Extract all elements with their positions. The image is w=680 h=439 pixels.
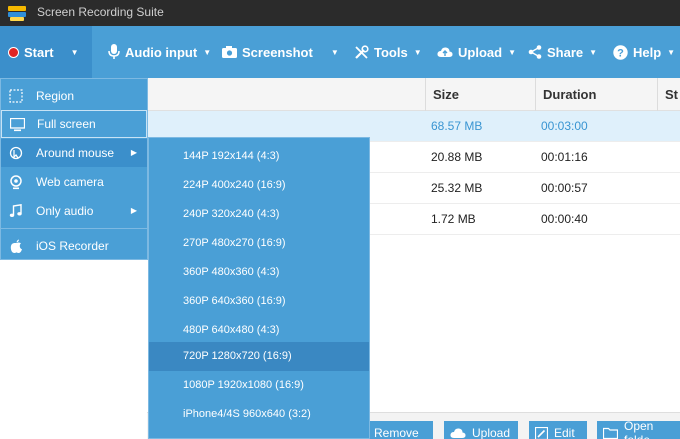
edit-button[interactable]: Edit bbox=[529, 421, 587, 439]
chevron-right-icon: ▶ bbox=[130, 206, 137, 215]
microphone-icon bbox=[108, 44, 120, 60]
help-label: Help bbox=[633, 44, 662, 60]
resolution-option[interactable]: 240P 320x240 (4:3) bbox=[149, 200, 369, 229]
chevron-down-icon: ▼ bbox=[330, 47, 339, 57]
audio-input-label: Audio input bbox=[125, 44, 198, 60]
apple-icon bbox=[8, 238, 24, 254]
chevron-down-icon: ▼ bbox=[413, 47, 422, 57]
window-title: Screen Recording Suite bbox=[37, 5, 164, 19]
main-toolbar: Start ▼ Audio input ▼ Screenshot ▼ Tools… bbox=[0, 26, 680, 78]
screenshot-label: Screenshot bbox=[242, 44, 313, 60]
monitor-icon bbox=[9, 117, 25, 133]
menu-item-label: Around mouse bbox=[36, 146, 115, 160]
menu-item-label: Full screen bbox=[37, 117, 96, 131]
chevron-down-icon: ▼ bbox=[589, 47, 598, 57]
menu-item-label: Only audio bbox=[36, 204, 94, 218]
menu-item-region[interactable]: Region bbox=[1, 82, 147, 110]
start-button[interactable]: Start ▼ bbox=[0, 26, 92, 78]
bottom-upload-label: Upload bbox=[472, 426, 511, 439]
screenshot-button[interactable]: Screenshot ▼ bbox=[222, 26, 339, 78]
menu-item-web-camera[interactable]: Web camera bbox=[1, 168, 147, 196]
share-icon bbox=[528, 45, 542, 59]
share-label: Share bbox=[547, 44, 584, 60]
app-logo-icon bbox=[7, 4, 27, 22]
row-duration: 00:00:40 bbox=[541, 212, 588, 226]
chevron-down-icon: ▼ bbox=[70, 47, 79, 57]
camera-icon bbox=[222, 46, 237, 58]
tools-icon bbox=[354, 44, 369, 60]
audio-input-button[interactable]: Audio input ▼ bbox=[108, 26, 211, 78]
row-duration: 00:00:57 bbox=[541, 181, 588, 195]
row-size: 25.32 MB bbox=[431, 181, 483, 195]
chevron-down-icon: ▼ bbox=[508, 47, 516, 57]
resolution-submenu: 144P 192x144 (4:3) 224P 400x240 (16:9) 2… bbox=[148, 137, 370, 439]
resolution-option[interactable]: 144P 192x144 (4:3) bbox=[149, 142, 369, 171]
bottom-upload-button[interactable]: Upload bbox=[444, 421, 518, 439]
cloud-upload-icon bbox=[437, 46, 453, 58]
resolution-option[interactable]: iPhone4/4S 960x640 (3:2) bbox=[149, 400, 369, 429]
folder-icon bbox=[603, 427, 618, 439]
region-icon bbox=[8, 88, 24, 104]
start-dropdown-menu: Region Full screen Around mouse ▶ Web ca… bbox=[0, 78, 148, 260]
menu-item-label: Web camera bbox=[36, 175, 104, 189]
table-header: Size Duration St bbox=[147, 78, 680, 111]
resolution-option[interactable]: 360P 480x360 (4:3) bbox=[149, 258, 369, 287]
svg-text:?: ? bbox=[617, 47, 624, 59]
tools-label: Tools bbox=[374, 44, 408, 60]
remove-label: Remove bbox=[374, 426, 419, 439]
resolution-option[interactable]: 360P 640x360 (16:9) bbox=[149, 287, 369, 316]
menu-divider bbox=[1, 228, 147, 229]
help-icon: ? bbox=[613, 44, 628, 60]
menu-item-label: Region bbox=[36, 89, 75, 103]
resolution-option[interactable]: 224P 400x240 (16:9) bbox=[149, 171, 369, 200]
menu-item-around-mouse[interactable]: Around mouse ▶ bbox=[1, 139, 147, 167]
resolution-option[interactable]: 270P 480x270 (16:9) bbox=[149, 229, 369, 258]
chevron-down-icon: ▼ bbox=[203, 47, 212, 57]
resolution-option[interactable]: 1080P 1920x1080 (16:9) bbox=[149, 371, 369, 400]
row-size: 1.72 MB bbox=[431, 212, 476, 226]
row-duration: 00:03:00 bbox=[541, 119, 588, 133]
row-size: 68.57 MB bbox=[431, 119, 483, 133]
column-header-duration[interactable]: Duration bbox=[535, 78, 657, 111]
open-folder-label: Open folde bbox=[624, 419, 654, 439]
menu-item-label: iOS Recorder bbox=[36, 239, 109, 253]
chevron-right-icon: ▶ bbox=[130, 148, 137, 157]
row-size: 20.88 MB bbox=[431, 150, 483, 164]
cloud-upload-icon bbox=[450, 427, 466, 439]
open-folder-button[interactable]: Open folde bbox=[597, 419, 680, 439]
upload-button[interactable]: Upload ▼ bbox=[437, 26, 516, 78]
music-icon bbox=[8, 203, 24, 219]
start-label: Start bbox=[24, 44, 54, 60]
column-header-status[interactable]: St bbox=[657, 78, 680, 111]
chevron-down-icon: ▼ bbox=[667, 47, 676, 57]
edit-label: Edit bbox=[554, 426, 575, 439]
row-duration: 00:01:16 bbox=[541, 150, 588, 164]
record-icon bbox=[8, 46, 19, 58]
resolution-option-highlighted[interactable]: 720P 1280x720 (16:9) bbox=[149, 342, 369, 371]
edit-icon bbox=[535, 426, 548, 439]
title-bar: Screen Recording Suite bbox=[0, 0, 680, 26]
webcam-icon bbox=[8, 174, 24, 190]
help-button[interactable]: ? Help ▼ bbox=[613, 26, 675, 78]
share-button[interactable]: Share ▼ bbox=[528, 26, 597, 78]
column-header-size[interactable]: Size bbox=[425, 78, 535, 111]
mouse-icon bbox=[8, 145, 24, 161]
upload-label: Upload bbox=[458, 44, 503, 60]
menu-item-ios-recorder[interactable]: iOS Recorder bbox=[1, 232, 147, 260]
tools-button[interactable]: Tools ▼ bbox=[354, 26, 422, 78]
menu-item-full-screen[interactable]: Full screen bbox=[1, 110, 147, 138]
menu-item-only-audio[interactable]: Only audio ▶ bbox=[1, 197, 147, 225]
resolution-option[interactable]: 480P 640x480 (4:3) bbox=[149, 316, 369, 345]
